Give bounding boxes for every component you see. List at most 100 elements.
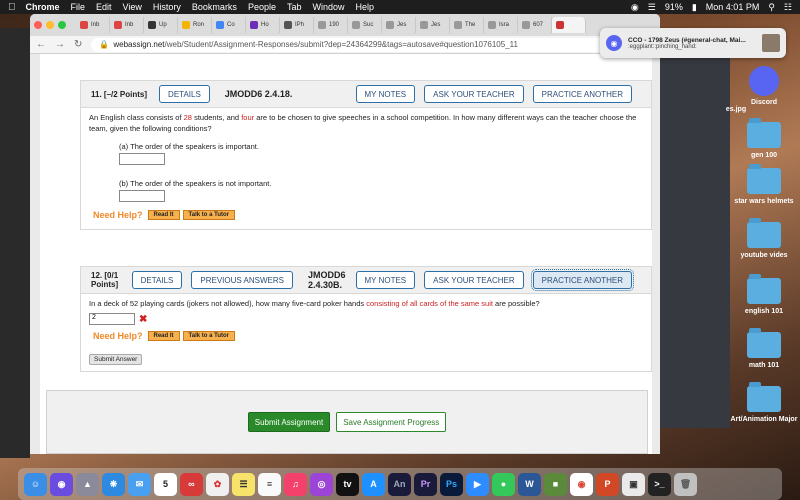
wifi-icon[interactable]: ☰ [648,2,656,13]
ask-teacher-button[interactable]: ASK YOUR TEACHER [424,85,524,103]
mail-icon[interactable]: ✉ [128,472,151,496]
menu-history[interactable]: History [153,2,181,12]
safari-icon[interactable]: ❋ [102,472,125,496]
zoom-icon[interactable]: ▶ [466,472,489,496]
creative-cloud-icon[interactable]: ∞ [180,472,203,496]
ask-teacher-button[interactable]: ASK YOUR TEACHER [424,271,524,289]
browser-tab[interactable]: Ron [178,17,212,33]
talk-to-tutor-button[interactable]: Talk to a Tutor [182,210,235,220]
battery-icon[interactable]: ▮ [692,2,697,13]
browser-tab[interactable]: Co [212,17,246,33]
notes-icon[interactable]: ☰ [232,472,255,496]
browser-tab[interactable]: 190 [314,17,348,33]
browser-tab-active[interactable] [552,17,586,33]
desktop-folder-math[interactable]: math 101 [724,328,800,369]
desktop-folder-gen100[interactable]: gen 100 [724,118,800,159]
address-bar[interactable]: 🔒 webassign.net /web/Student/Assignment-… [91,37,640,52]
browser-tab[interactable]: The [450,17,484,33]
tab-bar: Inb Inb Up Ron Co Ho IPh 190 Suc Jes Jes… [30,14,660,36]
creative-cloud-icon[interactable]: ◉ [631,2,639,13]
menu-window[interactable]: Window [312,2,344,12]
practice-another-button[interactable]: PRACTICE ANOTHER [532,85,632,103]
app-store-icon[interactable]: A [362,472,385,496]
question-12-body: In a deck of 52 playing cards (jokers no… [80,294,652,372]
assignment-content: 11. [–/2 Points] DETAILS JMODD6 2.4.18. … [40,54,652,454]
animate-icon[interactable]: An [388,472,411,496]
desktop-jpg-label[interactable]: es.jpg [718,106,754,113]
browser-tab[interactable]: Inb [76,17,110,33]
browser-tab[interactable]: 607 [518,17,552,33]
background-discord-window [650,28,730,428]
menu-chrome[interactable]: Chrome [26,2,60,12]
menu-file[interactable]: File [71,2,86,12]
submit-assignment-button[interactable]: Submit Assignment [247,412,331,432]
photoshop-icon[interactable]: Ps [440,472,463,496]
menu-people[interactable]: People [248,2,276,12]
discord-notification[interactable]: ◉ CCO - 1798 Zeus (#general-chat, Mai...… [600,28,786,58]
browser-tab[interactable]: Suc [348,17,382,33]
save-progress-button[interactable]: Save Assignment Progress [336,412,447,432]
details-button[interactable]: DETAILS [159,85,210,103]
finder-icon[interactable]: ☺ [24,472,47,496]
music-icon[interactable]: ♫ [284,472,307,496]
search-icon[interactable]: ⚲ [768,2,775,13]
my-notes-button[interactable]: MY NOTES [355,271,416,289]
back-arrow-icon[interactable]: ← [36,39,46,50]
minimize-window-button[interactable] [46,21,54,29]
messages-icon[interactable]: ● [492,472,515,496]
browser-tab[interactable]: Jes [382,17,416,33]
apple-icon[interactable]:  [8,2,16,13]
browser-tab[interactable]: Jes [416,17,450,33]
desktop-folder-star-wars[interactable]: star wars helmets [724,164,800,205]
minecraft-icon[interactable]: ■ [544,472,567,496]
talk-to-tutor-button[interactable]: Talk to a Tutor [182,331,235,341]
desktop-folder-english[interactable]: english 101 [724,274,800,315]
chrome-icon[interactable]: ◉ [570,472,593,496]
previous-answers-button[interactable]: PREVIOUS ANSWERS [191,271,293,289]
powerpoint-icon[interactable]: P [596,472,619,496]
photos-icon[interactable]: ✿ [206,472,229,496]
terminal-icon[interactable]: >_ [648,472,671,496]
need-help: Need Help? Read It Talk to a Tutor [93,331,651,341]
preview-icon[interactable]: ▣ [622,472,645,496]
desktop-discord[interactable]: Discord [724,66,800,106]
close-window-button[interactable] [34,21,42,29]
reminders-icon[interactable]: ≡ [258,472,281,496]
question-11-answer-a[interactable] [119,153,165,165]
question-11-answer-b[interactable] [119,190,165,202]
browser-tab[interactable]: Up [144,17,178,33]
reload-icon[interactable]: ↻ [74,39,82,50]
desktop-folder-art[interactable]: Art/Animation Major [724,382,800,423]
menu-edit[interactable]: Edit [96,2,112,12]
menu-view[interactable]: View [123,2,142,12]
webassign-icon [352,21,360,29]
menu-tab[interactable]: Tab [287,2,302,12]
podcasts-icon[interactable]: ◎ [310,472,333,496]
read-it-button[interactable]: Read It [147,210,180,220]
practice-another-button[interactable]: PRACTICE ANOTHER [530,269,635,291]
submit-answer-button[interactable]: Submit Answer [89,354,143,365]
my-notes-button[interactable]: MY NOTES [355,85,416,103]
siri-icon[interactable]: ◉ [50,472,73,496]
trash-icon[interactable]: 🗑 [674,472,697,496]
question-12-answer[interactable]: 2 [89,313,135,325]
browser-tab[interactable]: Isra [484,17,518,33]
details-button[interactable]: DETAILS [131,271,183,289]
webassign-page: 11. [–/2 Points] DETAILS JMODD6 2.4.18. … [30,54,660,454]
browser-tab[interactable]: Inb [110,17,144,33]
launchpad-icon[interactable]: ▲ [76,472,99,496]
forward-arrow-icon[interactable]: → [55,39,65,50]
clock[interactable]: Mon 4:01 PM [706,2,760,12]
word-icon[interactable]: W [518,472,541,496]
menu-bookmarks[interactable]: Bookmarks [192,2,237,12]
desktop-folder-youtube[interactable]: youtube vides [724,218,800,259]
premiere-icon[interactable]: Pr [414,472,437,496]
control-center-icon[interactable]: ☷ [784,2,792,13]
browser-tab[interactable]: Ho [246,17,280,33]
tv-icon[interactable]: tv [336,472,359,496]
browser-tab[interactable]: IPh [280,17,314,33]
calendar-icon[interactable]: 5 [154,472,177,496]
zoom-window-button[interactable] [58,21,66,29]
read-it-button[interactable]: Read It [147,331,180,341]
menu-help[interactable]: Help [356,2,375,12]
